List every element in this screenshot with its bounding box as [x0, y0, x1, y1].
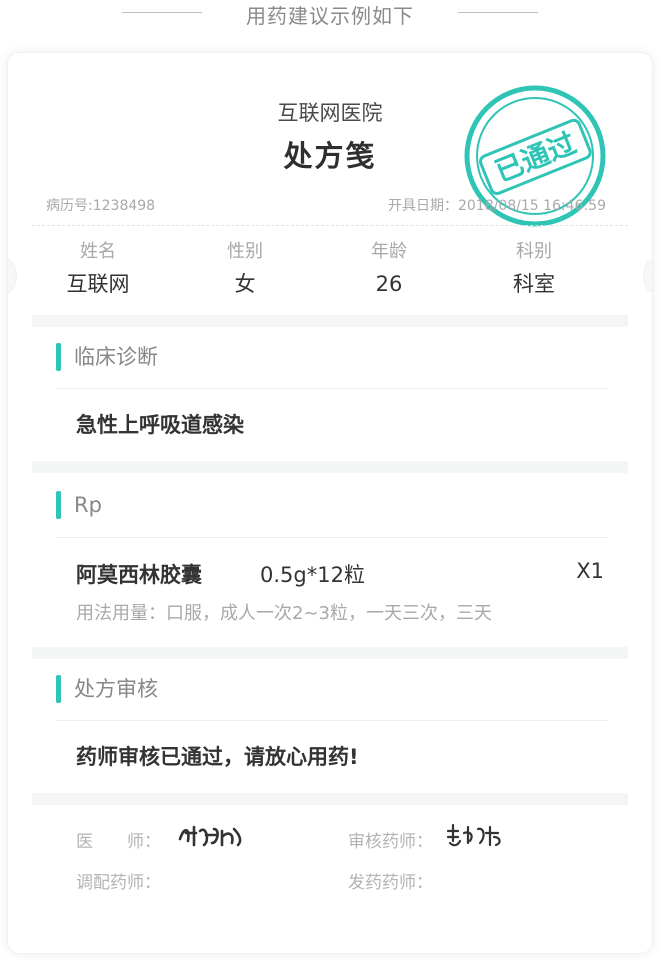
review-divider — [56, 720, 608, 721]
patient-dept-label: 科别 — [516, 241, 552, 262]
doctor-signature-icon — [178, 825, 242, 847]
reviewer-signature-icon — [446, 823, 501, 847]
drug-name: 阿莫西林胶囊 — [76, 563, 202, 587]
record-number: 病历号:1238498 — [46, 198, 156, 214]
rp-title: Rp — [74, 493, 102, 517]
dashed-divider — [32, 225, 628, 226]
drug-row: 阿莫西林胶囊 0.5g*12粒 X1 — [76, 559, 604, 593]
drug-spec: 0.5g*12粒 — [260, 563, 365, 587]
patient-info: 姓名 互联网 性别 女 年龄 26 科别 科室 — [8, 237, 652, 307]
reviewer-label: 审核药师： — [348, 832, 433, 852]
heading-text: 用药建议示例如下 — [246, 4, 414, 28]
patient-age-label: 年龄 — [371, 241, 407, 262]
meta-row: 病历号:1238498 开具日期：2018/08/15 16:46:59 — [46, 195, 606, 217]
patient-name-col: 姓名 互联网 — [38, 237, 158, 301]
review-text: 药师审核已通过，请放心用药! — [76, 745, 359, 769]
drug-quantity: X1 — [576, 559, 604, 583]
section-accent-bar — [56, 343, 61, 371]
patient-dept: 科室 — [513, 272, 555, 296]
review-title: 处方审核 — [74, 677, 158, 701]
patient-gender: 女 — [234, 272, 256, 296]
issue-date: 开具日期：2018/08/15 16:46:59 — [387, 198, 606, 214]
rp-divider — [56, 537, 608, 538]
patient-name-label: 姓名 — [80, 241, 116, 262]
diagnosis-divider — [56, 388, 608, 389]
patient-dept-col: 科别 科室 — [474, 237, 594, 301]
diagnosis-title: 临床诊断 — [74, 345, 158, 369]
heading-divider-right — [458, 12, 538, 13]
patient-gender-col: 性别 女 — [185, 237, 305, 301]
patient-age-col: 年龄 26 — [329, 237, 449, 301]
section-accent-bar — [56, 491, 61, 519]
section-separator — [32, 647, 628, 659]
patient-name: 互联网 — [66, 272, 130, 296]
dispenser-label: 调配药师： — [76, 873, 161, 893]
diagnosis-text: 急性上呼吸道感染 — [76, 413, 244, 437]
issuer-label: 发药药师： — [348, 873, 433, 893]
section-heading: 用药建议示例如下 — [0, 0, 660, 28]
section-separator — [32, 793, 628, 805]
section-separator — [32, 315, 628, 327]
prescription-card: 互联网医院 处方笺 已通过 病历号:1238498 开具日期：2018/08/1… — [7, 52, 653, 954]
patient-gender-label: 性别 — [227, 241, 263, 262]
drug-usage: 用法用量：口服，成人一次2~3粒，一天三次，三天 — [76, 603, 492, 624]
section-separator — [32, 461, 628, 473]
patient-age: 26 — [375, 272, 403, 296]
doctor-label: 医 师： — [76, 832, 161, 852]
section-accent-bar — [56, 675, 61, 703]
